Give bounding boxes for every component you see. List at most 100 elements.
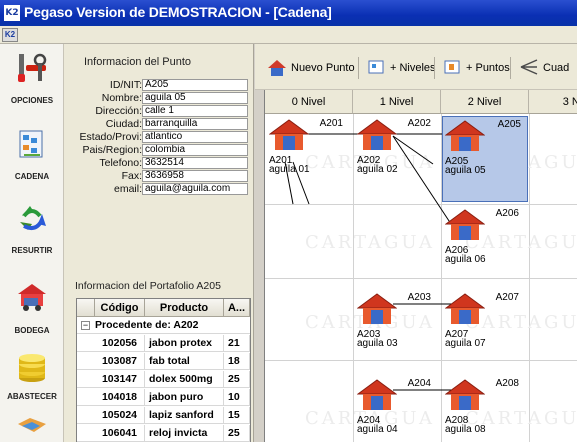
house-icon bbox=[269, 119, 309, 150]
table-row[interactable]: 103147 dolex 500mg 25 bbox=[77, 371, 250, 388]
product-cell: fab total bbox=[145, 353, 224, 370]
sidebar-item-label: CADENA bbox=[14, 172, 50, 181]
chain-node[interactable]: A201 A201 aguila 01 bbox=[267, 116, 349, 180]
field-row: Fax: 3636958 bbox=[64, 170, 254, 182]
field-label: Estado/Provi: bbox=[79, 131, 142, 143]
sidebar-item-label: OPCIONES bbox=[10, 96, 54, 105]
table-row[interactable]: 102056 jabon protex 21 bbox=[77, 335, 250, 352]
product-cell: reloj invicta bbox=[145, 425, 224, 442]
column-header-codigo[interactable]: Código bbox=[95, 299, 145, 317]
chain-node-selected[interactable]: A205 A205 aguila 05 bbox=[442, 116, 528, 202]
connect-icon bbox=[520, 59, 538, 75]
email-field[interactable]: aguila@aguila.com bbox=[142, 183, 248, 195]
group-row[interactable]: − Procedente de: A202 bbox=[77, 317, 250, 334]
chain-node[interactable]: A202 A202 aguila 02 bbox=[355, 116, 437, 180]
node-id: A205 bbox=[497, 119, 521, 130]
node-name: aguila 03 bbox=[357, 338, 398, 349]
node-id: A207 bbox=[495, 292, 519, 303]
point-info-title: Informacion del Punto bbox=[84, 56, 192, 68]
wrench-tools-icon bbox=[18, 53, 47, 82]
portfolio-title: Informacion del Portafolio A205 bbox=[75, 280, 221, 292]
chain-node[interactable]: A204 A204 aguila 04 bbox=[355, 376, 437, 440]
field-label: Telefono: bbox=[99, 157, 142, 169]
node-name: aguila 07 bbox=[445, 338, 486, 349]
add-levels-label: + Niveles bbox=[390, 62, 436, 74]
node-name: aguila 02 bbox=[357, 164, 398, 175]
code-cell: 103087 bbox=[95, 353, 145, 370]
product-cell: dolex 500mg bbox=[145, 371, 224, 388]
sidebar-item-label: BODEGA bbox=[14, 326, 50, 335]
node-name: aguila 05 bbox=[445, 165, 486, 176]
field-label: Pais/Region: bbox=[82, 144, 142, 156]
estado-field[interactable]: atlantico bbox=[142, 131, 248, 143]
sidebar-item-label: RESURTIR bbox=[11, 246, 53, 255]
node-id: A201 bbox=[319, 118, 343, 129]
field-row: Ciudad: barranquilla bbox=[64, 118, 254, 130]
product-cell: jabon puro bbox=[145, 389, 224, 406]
document-chain-icon bbox=[19, 130, 43, 158]
column-header-producto[interactable]: Producto bbox=[145, 299, 224, 317]
add-level-icon bbox=[368, 60, 384, 74]
field-row: email: aguila@aguila.com bbox=[64, 183, 254, 195]
window-title: Pegaso Version de DEMOSTRACION - [Cadena… bbox=[24, 4, 332, 20]
chain-node[interactable]: A206 A206 aguila 06 bbox=[443, 206, 525, 270]
chain-canvas[interactable]: 0 Nivel 1 Nivel 2 Nivel 3 Ni CARTAGUA CA… bbox=[264, 90, 577, 442]
sidebar-item-resurtir[interactable]: RESURTIR bbox=[0, 194, 64, 274]
sidebar-item-opciones[interactable]: OPCIONES bbox=[0, 44, 64, 124]
collapse-icon[interactable]: − bbox=[81, 321, 90, 330]
chain-node[interactable]: A208 A208 aguila 08 bbox=[443, 376, 525, 440]
node-name: aguila 04 bbox=[357, 424, 398, 435]
squares-label: Cuad bbox=[543, 62, 570, 74]
code-cell: 103147 bbox=[95, 371, 145, 388]
field-row: Nombre: aguila 05 bbox=[64, 92, 254, 104]
id-nit-field[interactable]: A205 bbox=[142, 79, 248, 91]
field-row: Telefono: 3632514 bbox=[64, 157, 254, 169]
telefono-field[interactable]: 3632514 bbox=[142, 157, 248, 169]
chain-node[interactable]: A203 A203 aguila 03 bbox=[355, 290, 437, 354]
node-id: A202 bbox=[407, 118, 431, 129]
house-icon bbox=[445, 379, 485, 410]
field-label: Ciudad: bbox=[105, 118, 142, 130]
code-cell: 106041 bbox=[95, 425, 145, 442]
ciudad-field[interactable]: barranquilla bbox=[142, 118, 248, 130]
sidebar-item-cadena[interactable]: CADENA bbox=[0, 120, 64, 200]
nombre-field[interactable]: aguila 05 bbox=[142, 92, 248, 104]
node-name: aguila 01 bbox=[269, 164, 310, 175]
table-row[interactable]: 103087 fab total 18 bbox=[77, 353, 250, 370]
product-cell: lapiz sanford bbox=[145, 407, 224, 424]
pais-field[interactable]: colombia bbox=[142, 144, 248, 156]
field-label: Dirección: bbox=[95, 105, 142, 117]
fax-field[interactable]: 3636958 bbox=[142, 170, 248, 182]
code-cell: 105024 bbox=[95, 407, 145, 424]
module-sidebar: OPCIONES CADENA RESURTIR BODEGA ABASTECE… bbox=[0, 44, 64, 442]
add-point-icon bbox=[444, 60, 460, 74]
qty-cell: 25 bbox=[224, 371, 250, 388]
field-label: Fax: bbox=[121, 170, 142, 182]
field-label: ID/NIT: bbox=[109, 79, 142, 91]
direccion-field[interactable]: calle 1 bbox=[142, 105, 248, 117]
sidebar-item-bodega[interactable]: BODEGA bbox=[0, 274, 64, 354]
node-id: A208 bbox=[495, 378, 519, 389]
node-name: aguila 06 bbox=[445, 254, 486, 265]
house-icon bbox=[357, 379, 397, 410]
mdi-child-icon[interactable]: K2 bbox=[2, 28, 18, 42]
house-icon bbox=[357, 293, 397, 324]
warehouse-truck-icon bbox=[18, 284, 46, 311]
table-row[interactable]: 106041 reloj invicta 25 bbox=[77, 425, 250, 442]
node-name: aguila 08 bbox=[445, 424, 486, 435]
house-icon bbox=[268, 60, 286, 76]
table-row[interactable]: 104018 jabon puro 10 bbox=[77, 389, 250, 406]
table-row[interactable]: 105024 lapiz sanford 15 bbox=[77, 407, 250, 424]
qty-cell: 21 bbox=[224, 335, 250, 352]
house-icon bbox=[445, 120, 485, 151]
sidebar-item-label: ABASTECER bbox=[7, 392, 57, 401]
field-row: Estado/Provi: atlantico bbox=[64, 131, 254, 143]
chain-node[interactable]: A207 A207 aguila 07 bbox=[443, 290, 525, 354]
node-id: A204 bbox=[407, 378, 431, 389]
toolbar-separator bbox=[358, 57, 359, 79]
field-label: email: bbox=[113, 183, 142, 195]
map-icon[interactable] bbox=[16, 414, 48, 442]
field-label: Nombre: bbox=[101, 92, 142, 104]
product-cell: jabon protex bbox=[145, 335, 224, 352]
column-header-qty[interactable]: A... bbox=[224, 299, 250, 317]
